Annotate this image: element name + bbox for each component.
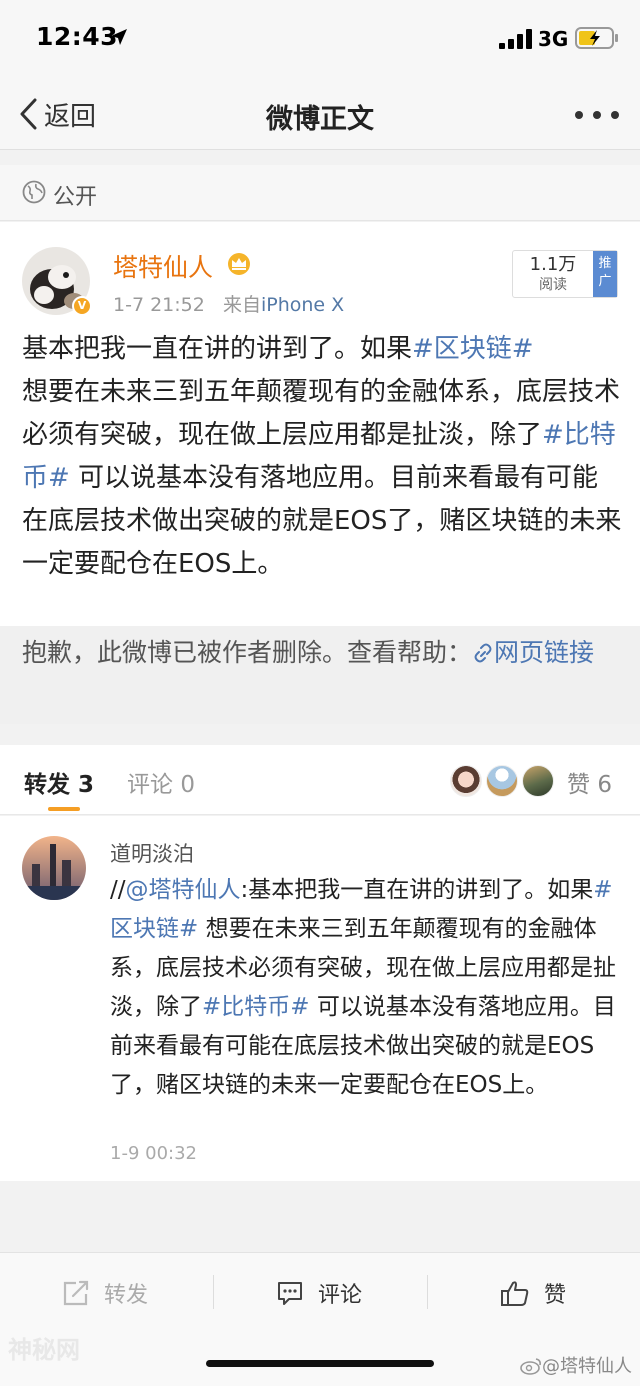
post-text-part: 想要在未来三到五年颠覆现有的金融体系，底层技术必须有突破，现在做上层应用都是扯淡… xyxy=(22,377,621,450)
link-icon xyxy=(474,643,492,663)
weibo-watermark: @塔特仙人 xyxy=(520,1352,632,1378)
tab-reposts-label: 转发 xyxy=(24,772,70,798)
globe-icon xyxy=(22,180,46,204)
reads-count: 1.1万 xyxy=(529,254,577,275)
hashtag-link[interactable]: #区块链# xyxy=(412,334,534,364)
nav-bar: 返回 微博正文 xyxy=(0,80,640,150)
battery-icon xyxy=(575,27,618,49)
hashtag-link[interactable]: #比特币# xyxy=(202,994,310,1020)
reposter-name[interactable]: 道明淡泊 xyxy=(110,838,194,868)
home-indicator[interactable] xyxy=(206,1360,434,1367)
comment-button[interactable]: 评论 xyxy=(276,1275,362,1311)
verified-badge-icon: V xyxy=(72,296,92,316)
reads-box: 1.1万 阅读 xyxy=(513,251,593,297)
deleted-text: 抱歉，此微博已被作者删除。查看帮助： 网页链接 xyxy=(22,634,622,672)
watermark-text: @塔特仙人 xyxy=(542,1356,632,1377)
corner-watermark: 神秘网 xyxy=(8,1336,80,1364)
network-type: 3G xyxy=(538,27,569,51)
weibo-logo-icon xyxy=(520,1358,541,1375)
active-tab-indicator xyxy=(48,807,80,811)
tab-comments[interactable]: 评论 0 xyxy=(127,765,195,799)
post-text-part: 可以说基本没有落地应用。目前来看最有可能在底层技术做出突破的就是EOS了，赌区块… xyxy=(22,463,622,579)
tab-likes[interactable]: 赞 6 xyxy=(567,765,612,799)
tab-likes-count: 6 xyxy=(597,772,612,798)
avatar-image xyxy=(22,836,86,900)
status-time: 12:43 xyxy=(36,22,119,51)
mention-link[interactable]: @塔特仙人 xyxy=(126,877,241,903)
repost-button-label: 转发 xyxy=(104,1283,149,1308)
promote-button[interactable]: 推广 xyxy=(593,251,617,297)
crown-badge-icon[interactable] xyxy=(226,252,252,276)
page-title: 微博正文 xyxy=(266,104,374,135)
toolbar-divider xyxy=(427,1275,428,1309)
thumbs-up-icon xyxy=(501,1281,529,1306)
liker-avatar[interactable] xyxy=(486,765,518,797)
location-arrow-icon xyxy=(111,29,127,45)
toolbar-divider xyxy=(213,1275,214,1309)
repost-button[interactable]: 转发 xyxy=(62,1275,148,1311)
comment-button-label: 评论 xyxy=(318,1283,363,1308)
reposter-avatar[interactable] xyxy=(22,836,86,900)
help-link[interactable]: 网页链接 xyxy=(472,638,594,667)
interaction-tabs: 转发 3 评论 0 赞 6 xyxy=(0,745,640,815)
reads-counter: 1.1万 阅读 推广 xyxy=(512,250,618,298)
liker-avatar[interactable] xyxy=(522,765,554,797)
share-icon xyxy=(63,1280,89,1306)
repost-text: //@塔特仙人:基本把我一直在讲的讲到了。如果#区块链# 想要在未来三到五年颠覆… xyxy=(110,871,622,1105)
repost-time: 1-9 00:32 xyxy=(110,1143,197,1164)
deleted-notice: 抱歉，此微博已被作者删除。查看帮助： 网页链接 xyxy=(0,626,640,724)
repost-prefix: // xyxy=(110,877,126,903)
post-card: V 塔特仙人 1-7 21:52 来自iPhone X 1.1万 阅读 推广 基… xyxy=(0,222,640,626)
deleted-message: 抱歉，此微博已被作者删除。查看帮助： xyxy=(22,638,473,667)
visibility-label: 公开 xyxy=(53,185,98,210)
like-button-label: 赞 xyxy=(544,1283,567,1308)
author-name[interactable]: 塔特仙人 xyxy=(113,248,213,284)
post-text: 基本把我一直在讲的讲到了。如果#区块链# 想要在未来三到五年颠覆现有的金融体系，底… xyxy=(22,328,622,586)
tab-comments-label: 评论 xyxy=(127,772,173,798)
tab-reposts-count: 3 xyxy=(78,772,95,798)
post-meta: 1-7 21:52 来自iPhone X xyxy=(113,290,344,317)
post-source[interactable]: iPhone X xyxy=(261,294,344,316)
tab-likes-label: 赞 xyxy=(567,772,590,798)
repost-item: 道明淡泊 //@塔特仙人:基本把我一直在讲的讲到了。如果#区块链# 想要在未来三… xyxy=(0,816,640,1181)
comment-icon xyxy=(278,1282,302,1305)
post-date: 1-7 21:52 xyxy=(113,294,205,316)
liker-avatar[interactable] xyxy=(450,765,482,797)
repost-text-part: :基本把我一直在讲的讲到了。如果 xyxy=(240,877,594,903)
help-link-label: 网页链接 xyxy=(494,638,595,667)
visibility-row: 公开 xyxy=(0,165,640,221)
tab-comments-count: 0 xyxy=(180,772,195,798)
post-text-part: 基本把我一直在讲的讲到了。如果 xyxy=(22,334,413,364)
like-button[interactable]: 赞 xyxy=(500,1275,566,1311)
source-prefix: 来自 xyxy=(222,294,261,316)
signal-icon xyxy=(499,29,532,49)
reads-label: 阅读 xyxy=(539,277,567,293)
status-bar: 12:43 3G xyxy=(0,0,640,80)
more-icon[interactable] xyxy=(574,110,620,120)
tab-reposts[interactable]: 转发 3 xyxy=(24,765,94,799)
